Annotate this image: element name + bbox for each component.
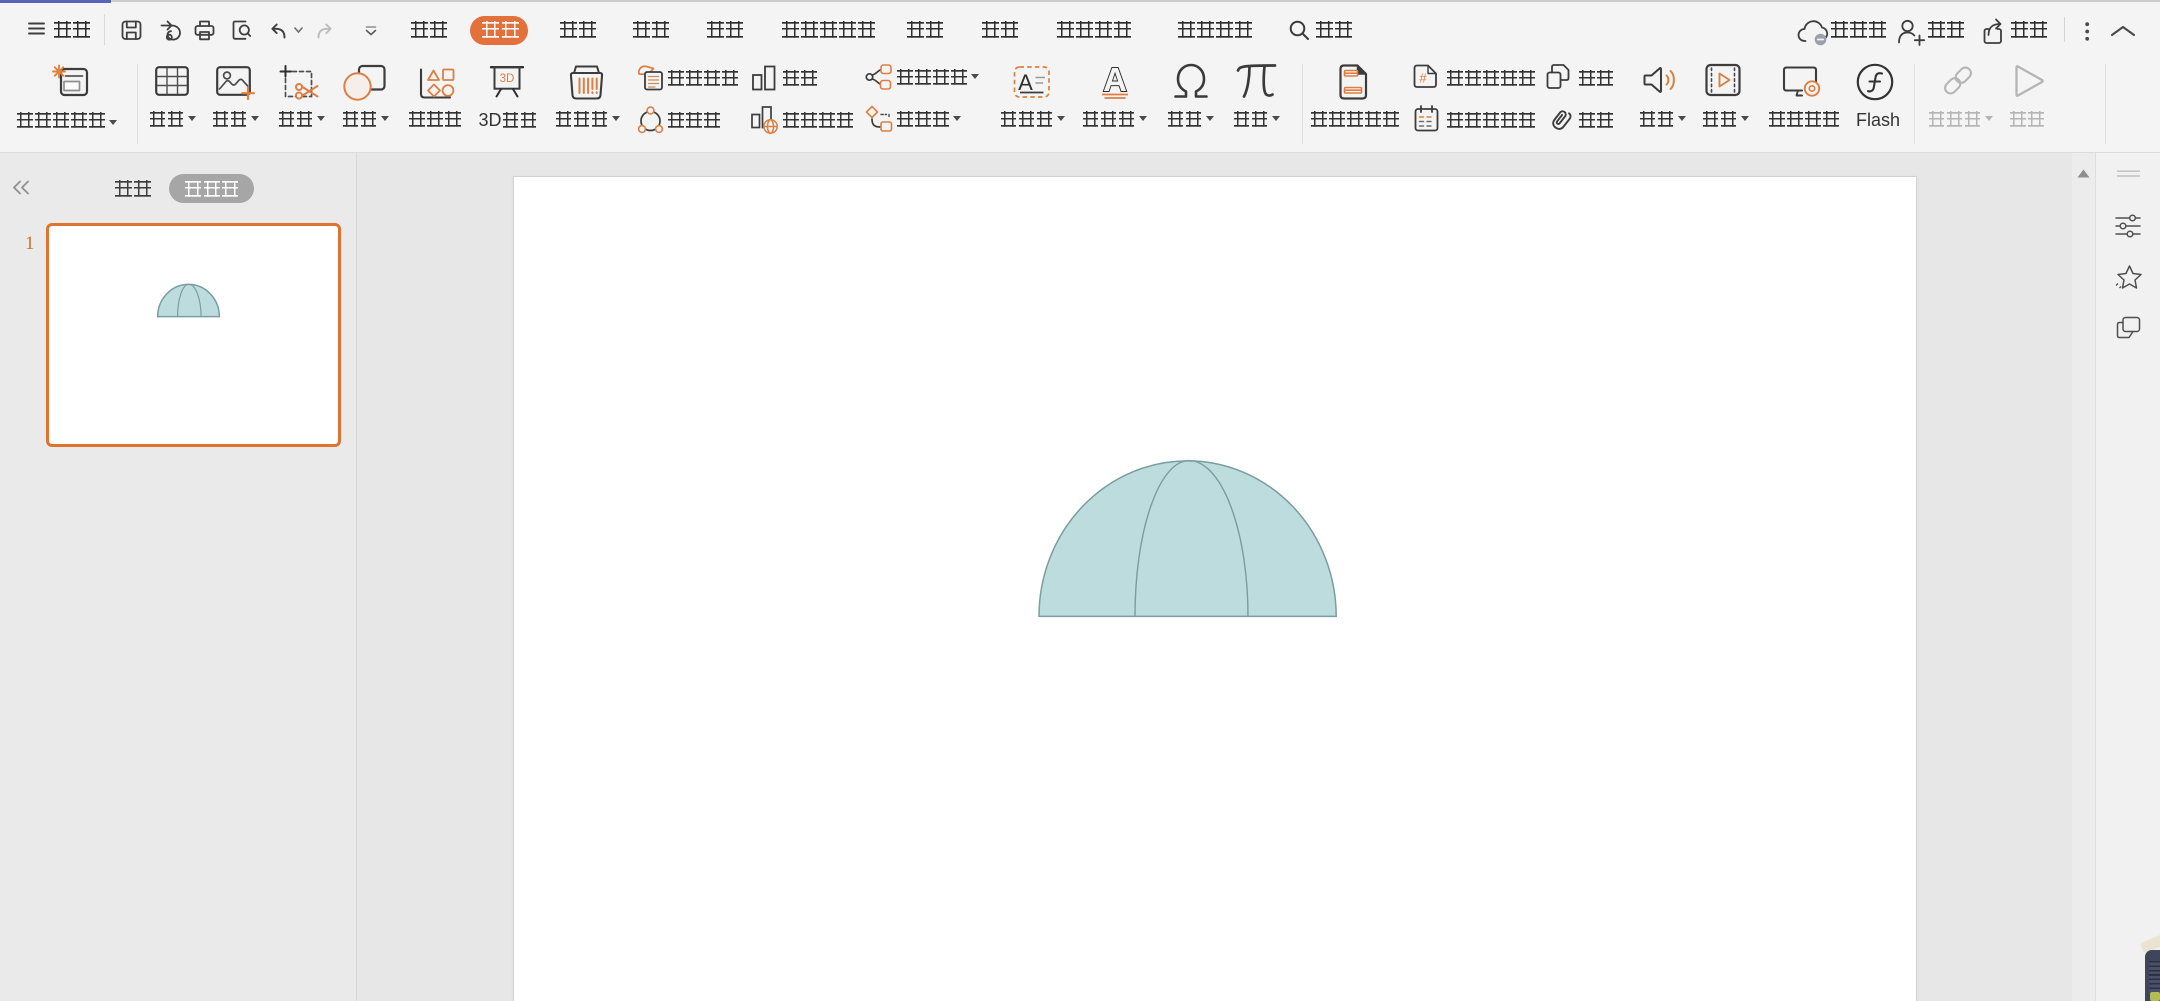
- svg-text:#: #: [1419, 71, 1427, 86]
- svg-text:A: A: [1103, 61, 1127, 98]
- svg-text:3D: 3D: [500, 73, 515, 85]
- svg-text:A: A: [1018, 70, 1033, 95]
